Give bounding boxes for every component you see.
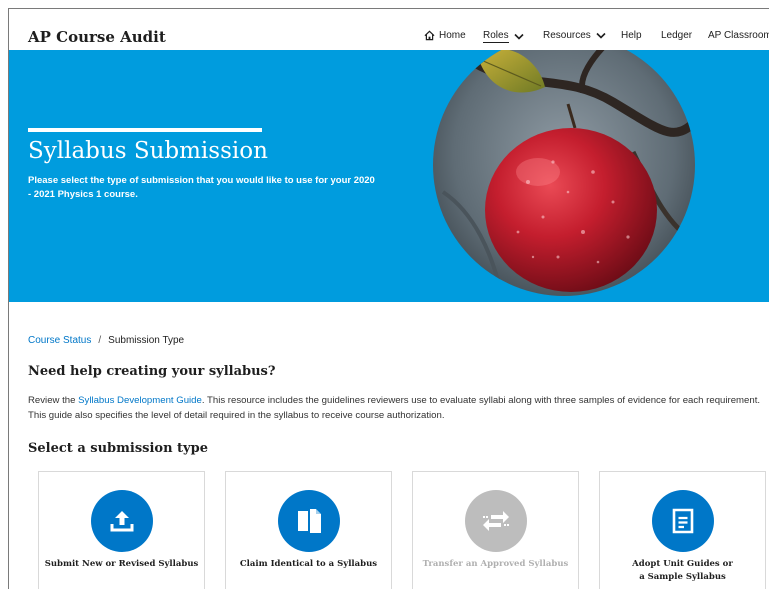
- nav-ledger[interactable]: Ledger: [661, 30, 692, 41]
- nav-resources[interactable]: Resources: [543, 30, 606, 41]
- option-claim-identical-card[interactable]: Claim Identical to a Syllabus: [225, 471, 392, 589]
- option-adopt-card[interactable]: Adopt Unit Guides or a Sample Syllabus: [599, 471, 766, 589]
- nav-home-label: Home: [439, 30, 466, 41]
- option-adopt-label-line2: a Sample Syllabus: [639, 572, 726, 582]
- breadcrumb-course-status-link[interactable]: Course Status: [28, 335, 91, 346]
- nav-help-label: Help: [621, 30, 642, 41]
- option-transfer-card[interactable]: Transfer an Approved Syllabus: [412, 471, 579, 589]
- nav-help[interactable]: Help: [621, 30, 642, 41]
- option-adopt-label: Adopt Unit Guides or a Sample Syllabus: [600, 558, 765, 584]
- copy-documents-icon: [278, 490, 340, 552]
- breadcrumb: Course Status / Submission Type: [28, 335, 184, 346]
- nav-ledger-label: Ledger: [661, 30, 693, 41]
- document-icon: [652, 490, 714, 552]
- option-submit-new-label: Submit New or Revised Syllabus: [44, 559, 199, 569]
- nav-home[interactable]: Home: [424, 30, 466, 41]
- nav-ap-classroom[interactable]: AP Classroom: [708, 30, 769, 41]
- syllabus-guide-link[interactable]: Syllabus Development Guide: [78, 395, 202, 406]
- chevron-down-icon: [514, 33, 524, 40]
- help-text-before: Review the: [28, 395, 79, 406]
- breadcrumb-separator: /: [98, 335, 102, 346]
- nav-ap-classroom-label: AP Classroom: [708, 30, 769, 41]
- nav-resources-label: Resources: [543, 30, 591, 41]
- upload-icon: [91, 490, 153, 552]
- nav-roles-label: Roles: [483, 30, 509, 43]
- chevron-down-icon: [596, 32, 606, 39]
- option-submit-new-card[interactable]: Submit New or Revised Syllabus: [38, 471, 205, 589]
- option-claim-identical-label: Claim Identical to a Syllabus: [239, 559, 378, 569]
- top-navigation-bar: AP Course Audit Home Roles Resources Hel…: [9, 9, 769, 49]
- option-adopt-label-line1: Adopt Unit Guides or: [632, 559, 733, 569]
- help-heading: Need help creating your syllabus?: [28, 364, 276, 379]
- brand-title[interactable]: AP Course Audit: [28, 28, 166, 46]
- hero-accent-bar: [28, 128, 262, 132]
- hero-subtitle: Please select the type of submission tha…: [28, 175, 375, 200]
- select-heading: Select a submission type: [28, 441, 208, 456]
- hero-banner: Syllabus Submission Please select the ty…: [9, 50, 769, 302]
- breadcrumb-current: Submission Type: [108, 335, 185, 346]
- page-title: Syllabus Submission: [28, 138, 268, 164]
- help-paragraph: Review the Syllabus Development Guide. T…: [28, 393, 764, 423]
- option-transfer-label: Transfer an Approved Syllabus: [422, 559, 569, 569]
- app-frame: AP Course Audit Home Roles Resources Hel…: [8, 8, 769, 589]
- nav-roles[interactable]: Roles: [483, 30, 524, 43]
- transfer-arrows-icon: [465, 490, 527, 552]
- apple-photo: [433, 50, 695, 296]
- home-icon: [424, 30, 435, 41]
